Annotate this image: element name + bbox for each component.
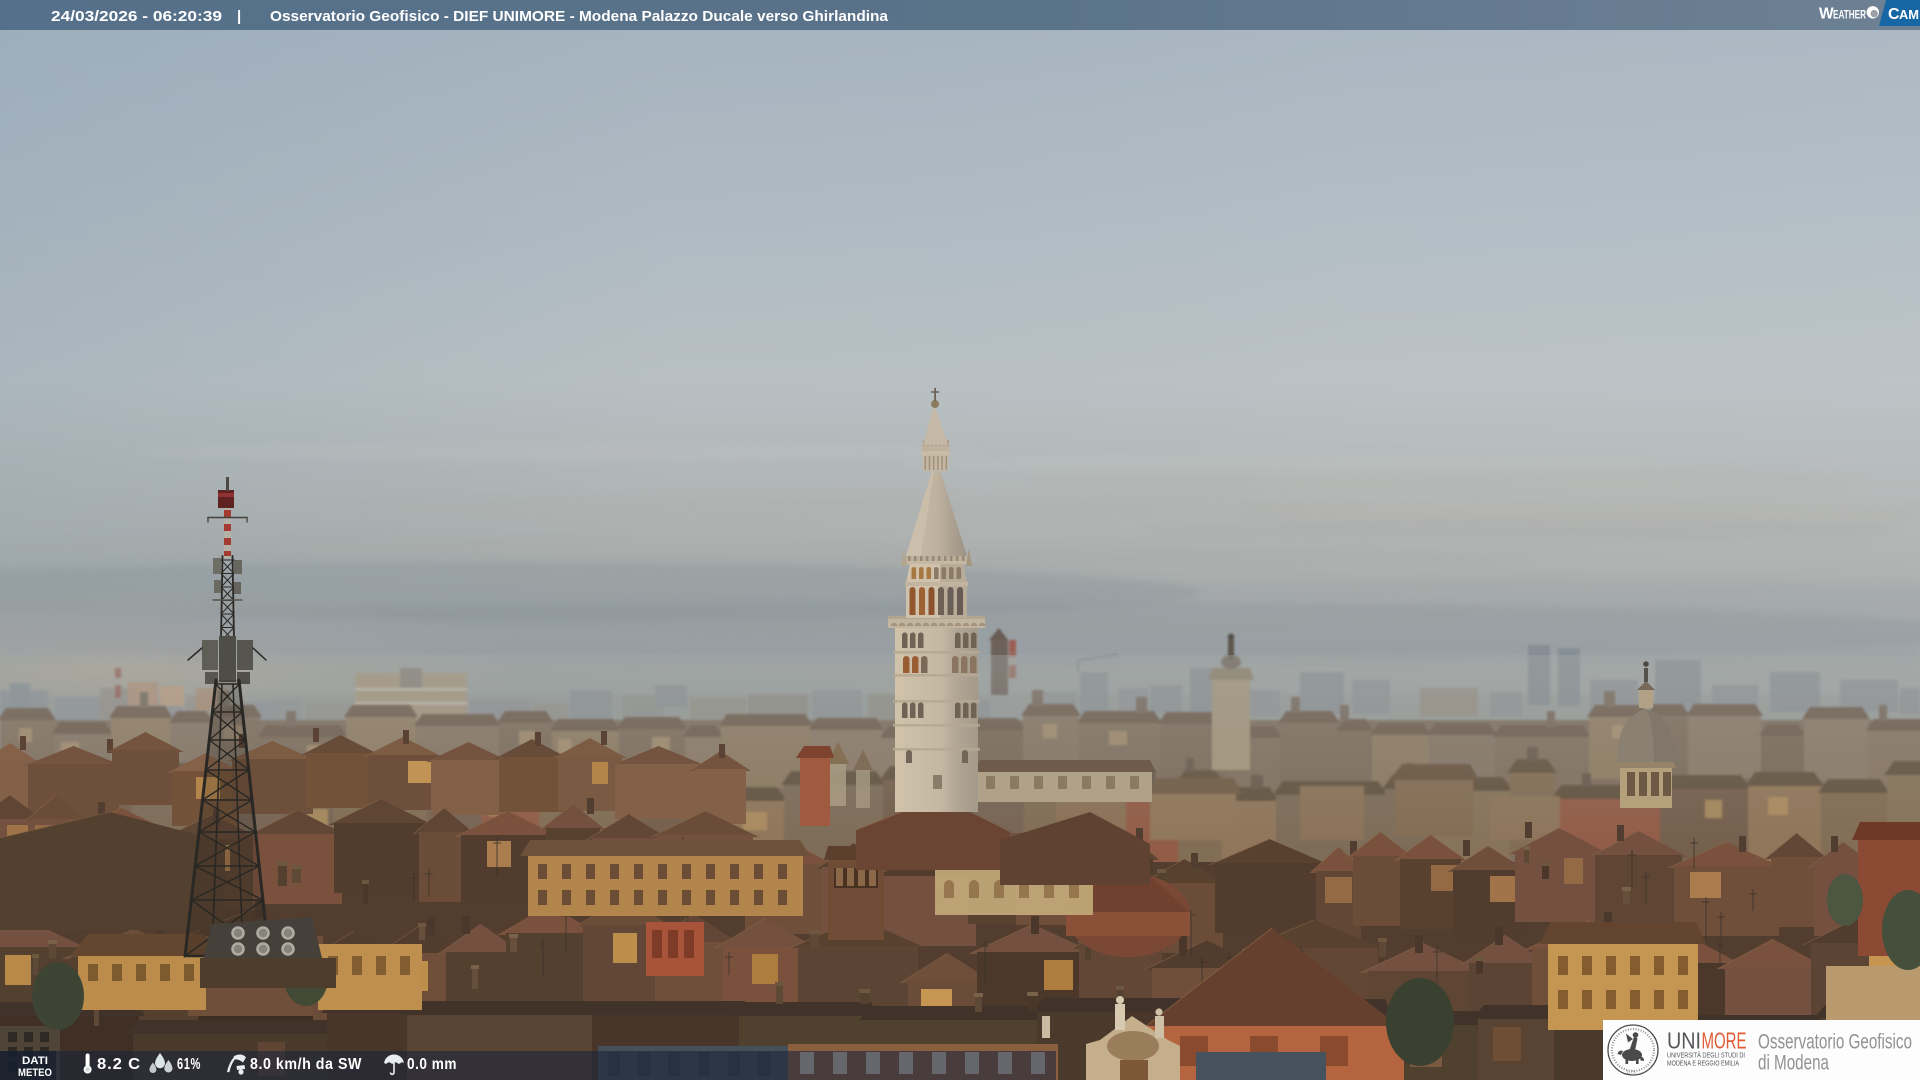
svg-text:0.0 mm: 0.0 mm [407, 1056, 457, 1073]
svg-text:EATHER: EATHER [1833, 10, 1866, 22]
svg-text:24/03/2026 - 06:20:39: 24/03/2026 - 06:20:39 [51, 8, 222, 25]
svg-text:Osservatorio Geofisico - DIEF: Osservatorio Geofisico - DIEF UNIMORE - … [270, 8, 889, 25]
svg-text:di Modena: di Modena [1758, 1052, 1829, 1075]
svg-text:METEO: METEO [18, 1067, 52, 1079]
svg-text:8.2 C: 8.2 C [97, 1056, 141, 1073]
svg-text:AM: AM [1899, 8, 1919, 22]
svg-text:61%: 61% [177, 1056, 201, 1073]
svg-text:W: W [1819, 6, 1834, 23]
svg-text:MODENA E REGGIO EMILIA: MODENA E REGGIO EMILIA [1667, 1059, 1740, 1068]
svg-text:1175: 1175 [1626, 1070, 1636, 1075]
svg-text:|: | [237, 8, 241, 25]
svg-text:8.0 km/h da SW: 8.0 km/h da SW [250, 1056, 362, 1073]
svg-text:DATI: DATI [22, 1055, 48, 1067]
svg-text:Osservatorio Geofisico: Osservatorio Geofisico [1758, 1031, 1912, 1054]
